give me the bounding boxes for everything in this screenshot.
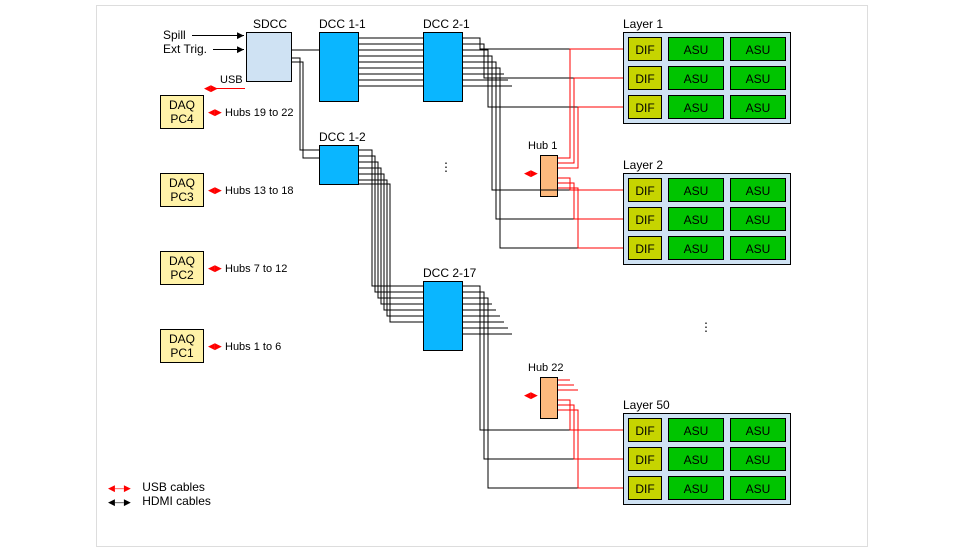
layer1-dif3: DIF (628, 95, 662, 119)
legend-usb-row: ◀―▶ USB cables (108, 480, 211, 494)
layer2-asu1a: ASU (668, 178, 724, 202)
usb-arrow-pc1: ◀▶ (208, 341, 222, 352)
node-sdcc (246, 32, 292, 82)
label-hubs-pc4: Hubs 19 to 22 (225, 107, 294, 119)
usb-arrow-pc2: ◀▶ (208, 263, 222, 274)
ellipsis-layers: ⋮ (700, 320, 714, 334)
label-spill: Spill (163, 28, 186, 42)
label-dcc1-2: DCC 1-2 (319, 130, 366, 144)
daq-pc2-sub: PC2 (170, 268, 193, 282)
label-dcc2-1: DCC 2-1 (423, 17, 470, 31)
layer50-dif3: DIF (628, 476, 662, 500)
daq-pc3-sub: PC3 (170, 190, 193, 204)
daq-pc2-name: DAQ (169, 254, 195, 268)
label-hubs-pc1: Hubs 1 to 6 (225, 341, 281, 353)
layer2-dif3: DIF (628, 236, 662, 260)
layer1-asu3b: ASU (730, 95, 786, 119)
legend-hdmi-icon: ◀―▶ (108, 497, 131, 507)
diagram-stage: Spill Ext Trig. USB ▶ ▶ ◀▶ SDCC DCC 1-1 … (0, 0, 960, 549)
layer1-asu1b: ASU (730, 37, 786, 61)
label-dcc2-17: DCC 2-17 (423, 266, 476, 280)
label-layer1: Layer 1 (623, 17, 663, 31)
legend: ◀―▶ USB cables ◀―▶ HDMI cables (108, 480, 211, 508)
node-dcc1-1 (319, 32, 359, 102)
label-hubs-pc2: Hubs 7 to 12 (225, 263, 287, 275)
legend-usb-text: USB cables (142, 480, 205, 494)
layer2-asu1b: ASU (730, 178, 786, 202)
arrowhead-spill: ▶ (237, 30, 244, 41)
node-layer2: DIF ASU ASU DIF ASU ASU DIF ASU ASU (623, 173, 791, 265)
layer2-asu2b: ASU (730, 207, 786, 231)
layer1-dif2: DIF (628, 66, 662, 90)
node-daq-pc1: DAQ PC1 (160, 329, 204, 363)
label-usb: USB (220, 74, 243, 86)
usb-arrow-pc3: ◀▶ (208, 185, 222, 196)
node-dcc2-1 (423, 32, 463, 102)
layer50-dif1: DIF (628, 418, 662, 442)
daq-pc1-name: DAQ (169, 332, 195, 346)
usb-arrow-pc4: ◀▶ (208, 107, 222, 118)
layer2-dif1: DIF (628, 178, 662, 202)
layer50-asu2a: ASU (668, 447, 724, 471)
node-dcc1-2 (319, 145, 359, 185)
daq-pc3-name: DAQ (169, 176, 195, 190)
legend-usb-icon: ◀―▶ (108, 483, 131, 493)
layer1-dif1: DIF (628, 37, 662, 61)
usb-arrow-hub22: ◀▶ (524, 390, 538, 401)
ellipsis-dcc2: ⋮ (440, 160, 454, 174)
layer2-asu3b: ASU (730, 236, 786, 260)
node-layer1: DIF ASU ASU DIF ASU ASU DIF ASU ASU (623, 32, 791, 124)
arrowhead-usb-sdcc: ◀▶ (204, 83, 218, 94)
layer50-asu1b: ASU (730, 418, 786, 442)
node-layer50: DIF ASU ASU DIF ASU ASU DIF ASU ASU (623, 413, 791, 505)
layer1-asu2b: ASU (730, 66, 786, 90)
layer2-asu3a: ASU (668, 236, 724, 260)
layer50-dif2: DIF (628, 447, 662, 471)
layer2-dif2: DIF (628, 207, 662, 231)
usb-arrow-hub1: ◀▶ (524, 168, 538, 179)
label-ext-trig: Ext Trig. (163, 42, 207, 56)
daq-pc1-sub: PC1 (170, 346, 193, 360)
label-sdcc: SDCC (253, 17, 287, 31)
label-dcc1-1: DCC 1-1 (319, 17, 366, 31)
label-hub22: Hub 22 (528, 362, 563, 374)
node-daq-pc4: DAQ PC4 (160, 95, 204, 129)
label-hubs-pc3: Hubs 13 to 18 (225, 185, 294, 197)
node-daq-pc2: DAQ PC2 (160, 251, 204, 285)
layer50-asu2b: ASU (730, 447, 786, 471)
node-dcc2-17 (423, 281, 463, 351)
layer1-asu1a: ASU (668, 37, 724, 61)
layer1-asu2a: ASU (668, 66, 724, 90)
arrowhead-ext-trig: ▶ (237, 44, 244, 55)
layer2-asu2a: ASU (668, 207, 724, 231)
label-hub1: Hub 1 (528, 140, 557, 152)
legend-hdmi-row: ◀―▶ HDMI cables (108, 494, 211, 508)
layer1-asu3a: ASU (668, 95, 724, 119)
legend-hdmi-text: HDMI cables (142, 494, 211, 508)
node-hub1 (540, 155, 558, 197)
label-layer2: Layer 2 (623, 158, 663, 172)
layer50-asu3b: ASU (730, 476, 786, 500)
node-hub22 (540, 377, 558, 419)
label-layer50: Layer 50 (623, 398, 670, 412)
daq-pc4-name: DAQ (169, 98, 195, 112)
layer50-asu1a: ASU (668, 418, 724, 442)
node-daq-pc3: DAQ PC3 (160, 173, 204, 207)
daq-pc4-sub: PC4 (170, 112, 193, 126)
layer50-asu3a: ASU (668, 476, 724, 500)
